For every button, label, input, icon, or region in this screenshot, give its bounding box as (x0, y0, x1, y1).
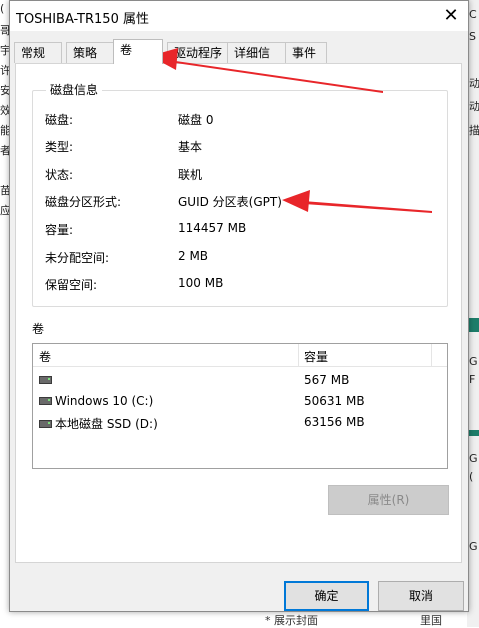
column-header-volume[interactable]: 卷 (39, 348, 51, 365)
ok-button[interactable]: 确定 (284, 581, 369, 611)
bg-right-char: 动 (469, 100, 479, 113)
tab-driver[interactable]: 驱动程序 (167, 42, 229, 63)
tab-volumes[interactable]: 卷 (113, 39, 163, 64)
unallocated-label: 未分配空间: (45, 251, 110, 265)
unallocated-value: 2 MB (178, 249, 209, 263)
type-value: 基本 (178, 140, 203, 154)
close-icon[interactable]: ✕ (434, 1, 468, 31)
cancel-button[interactable]: 取消 (378, 581, 464, 611)
tab-events[interactable]: 事件 (285, 42, 327, 63)
status-label: 状态: (45, 168, 74, 182)
volume-name: 本地磁盘 SSD (D:) (55, 417, 158, 431)
drive-icon (39, 396, 52, 405)
reserved-label: 保留空间: (45, 278, 98, 292)
list-item[interactable]: Windows 10 (C:) 50631 MB (33, 391, 447, 412)
bg-bottom-right-text: 里国 (420, 614, 442, 627)
background-window-bottom: * 展示封面 里国 (10, 612, 467, 627)
volume-capacity: 63156 MB (304, 415, 365, 429)
bg-right-char: C (469, 8, 477, 21)
bg-right-char: F (469, 373, 476, 386)
disk-info-group-title: 磁盘信息 (46, 81, 103, 98)
bg-right-char: 描 (469, 124, 479, 137)
capacity-label: 容量: (45, 223, 74, 237)
column-header-capacity[interactable]: 容量 (304, 348, 328, 365)
bg-right-char: 动 (469, 77, 479, 90)
status-value: 联机 (178, 168, 203, 182)
bg-right-char: ( (469, 470, 474, 483)
disk-label: 磁盘: (45, 113, 74, 127)
partition-style-label: 磁盘分区形式: (45, 195, 122, 209)
volume-name-cell: Windows 10 (C:) (39, 394, 153, 408)
volume-name: Windows 10 (C:) (55, 394, 154, 408)
title-bar: TOSHIBA-TR150 属性 ✕ (10, 1, 468, 31)
bg-bottom-text: * 展示封面 (265, 614, 318, 627)
capacity-value: 114457 MB (178, 221, 247, 235)
bg-right-char: G (469, 355, 478, 368)
drive-icon (39, 375, 52, 384)
volumes-list[interactable]: 卷 容量 567 MB Windows 10 (C:) 50631 MB 本地磁… (32, 343, 448, 469)
bg-right-char: S (469, 30, 476, 43)
bg-left-char: ( (0, 2, 5, 15)
volume-capacity: 567 MB (304, 373, 350, 387)
dialog-title: TOSHIBA-TR150 属性 (16, 12, 149, 27)
properties-button[interactable]: 属性(R) (328, 485, 449, 515)
column-divider[interactable] (298, 344, 299, 366)
volume-capacity: 50631 MB (304, 394, 365, 408)
column-divider[interactable] (431, 344, 432, 366)
volumes-list-header: 卷 容量 (33, 344, 447, 367)
bg-right-char: G (469, 452, 478, 465)
volume-name-cell: 本地磁盘 SSD (D:) (39, 415, 158, 432)
list-item[interactable]: 本地磁盘 SSD (D:) 63156 MB (33, 412, 447, 433)
volumes-section-label: 卷 (32, 322, 45, 336)
reserved-value: 100 MB (178, 276, 224, 290)
tab-policies[interactable]: 策略 (66, 42, 114, 63)
partition-style-value: GUID 分区表(GPT) (178, 195, 282, 209)
volume-name-cell (39, 373, 55, 387)
tab-general[interactable]: 常规 (14, 42, 62, 63)
drive-icon (39, 419, 52, 428)
tab-details[interactable]: 详细信息 (227, 42, 287, 81)
bg-right-char: G (469, 540, 478, 553)
list-item[interactable]: 567 MB (33, 370, 447, 391)
properties-dialog: TOSHIBA-TR150 属性 ✕ 常规 策略 卷 驱动程序 详细信息 事件 … (9, 0, 469, 612)
disk-value: 磁盘 0 (178, 113, 214, 127)
type-label: 类型: (45, 140, 74, 154)
